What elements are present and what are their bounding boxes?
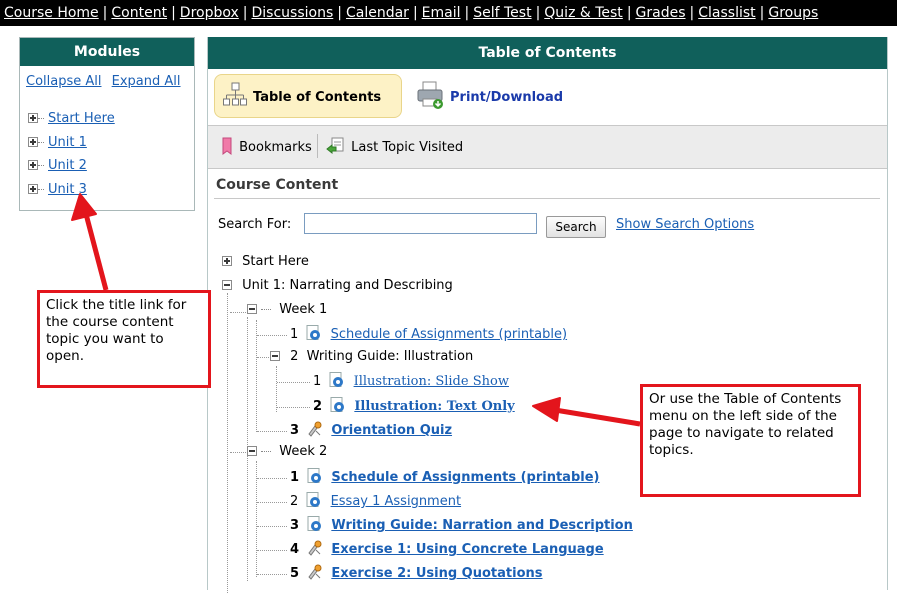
callout-left: Click the title link for the course cont…: [37, 290, 211, 388]
callout-right: Or use the Table of Contents menu on the…: [640, 384, 861, 497]
